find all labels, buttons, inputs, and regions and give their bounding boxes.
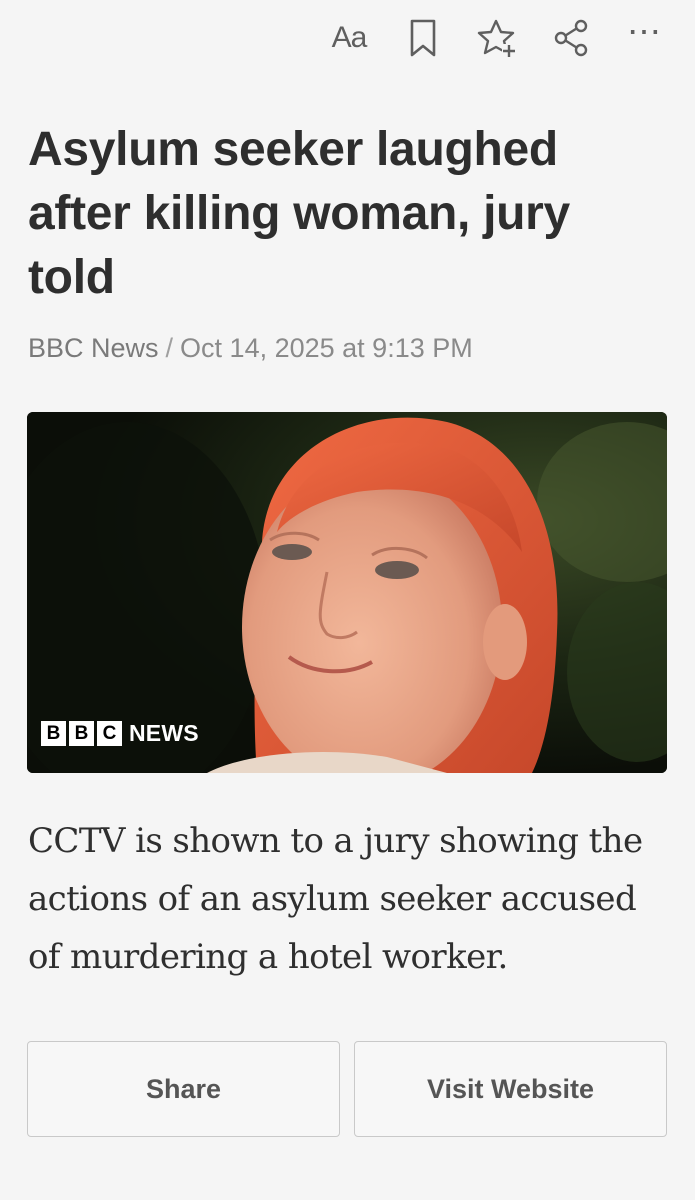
- bookmark-icon: [410, 19, 436, 57]
- visit-website-button[interactable]: Visit Website: [354, 1041, 667, 1137]
- share-article-button[interactable]: Share: [27, 1041, 340, 1137]
- article-hero-image[interactable]: B B C NEWS: [27, 412, 667, 773]
- star-plus-icon: [477, 19, 516, 58]
- article-source[interactable]: BBC News: [28, 333, 159, 363]
- article-summary: CCTV is shown to a jury showing the acti…: [28, 821, 643, 977]
- portrait-photo: [27, 412, 667, 773]
- text-size-button[interactable]: Aa: [325, 14, 373, 62]
- more-icon: ⋯: [627, 13, 663, 51]
- bbc-logo-letter-c: C: [97, 721, 122, 746]
- bbc-logo-letter-b1: B: [41, 721, 66, 746]
- favorite-button[interactable]: [473, 14, 521, 62]
- article-timestamp: Oct 14, 2025 at 9:13 PM: [180, 333, 473, 363]
- article-toolbar: Aa ⋯: [299, 12, 669, 64]
- share-button[interactable]: [547, 14, 595, 62]
- bbc-news-logo: B B C NEWS: [41, 720, 199, 747]
- bbc-logo-news-text: NEWS: [129, 720, 199, 746]
- bbc-logo-letter-b2: B: [69, 721, 94, 746]
- bookmark-button[interactable]: [399, 14, 447, 62]
- text-size-label: Aa: [331, 21, 368, 54]
- article-headline: Asylum seeker laughed after killing woma…: [28, 123, 570, 304]
- share-icon: [554, 19, 588, 57]
- article-byline: BBC News / Oct 14, 2025 at 9:13 PM: [28, 333, 473, 364]
- byline-separator: /: [165, 333, 174, 363]
- more-options-button[interactable]: ⋯: [621, 14, 669, 62]
